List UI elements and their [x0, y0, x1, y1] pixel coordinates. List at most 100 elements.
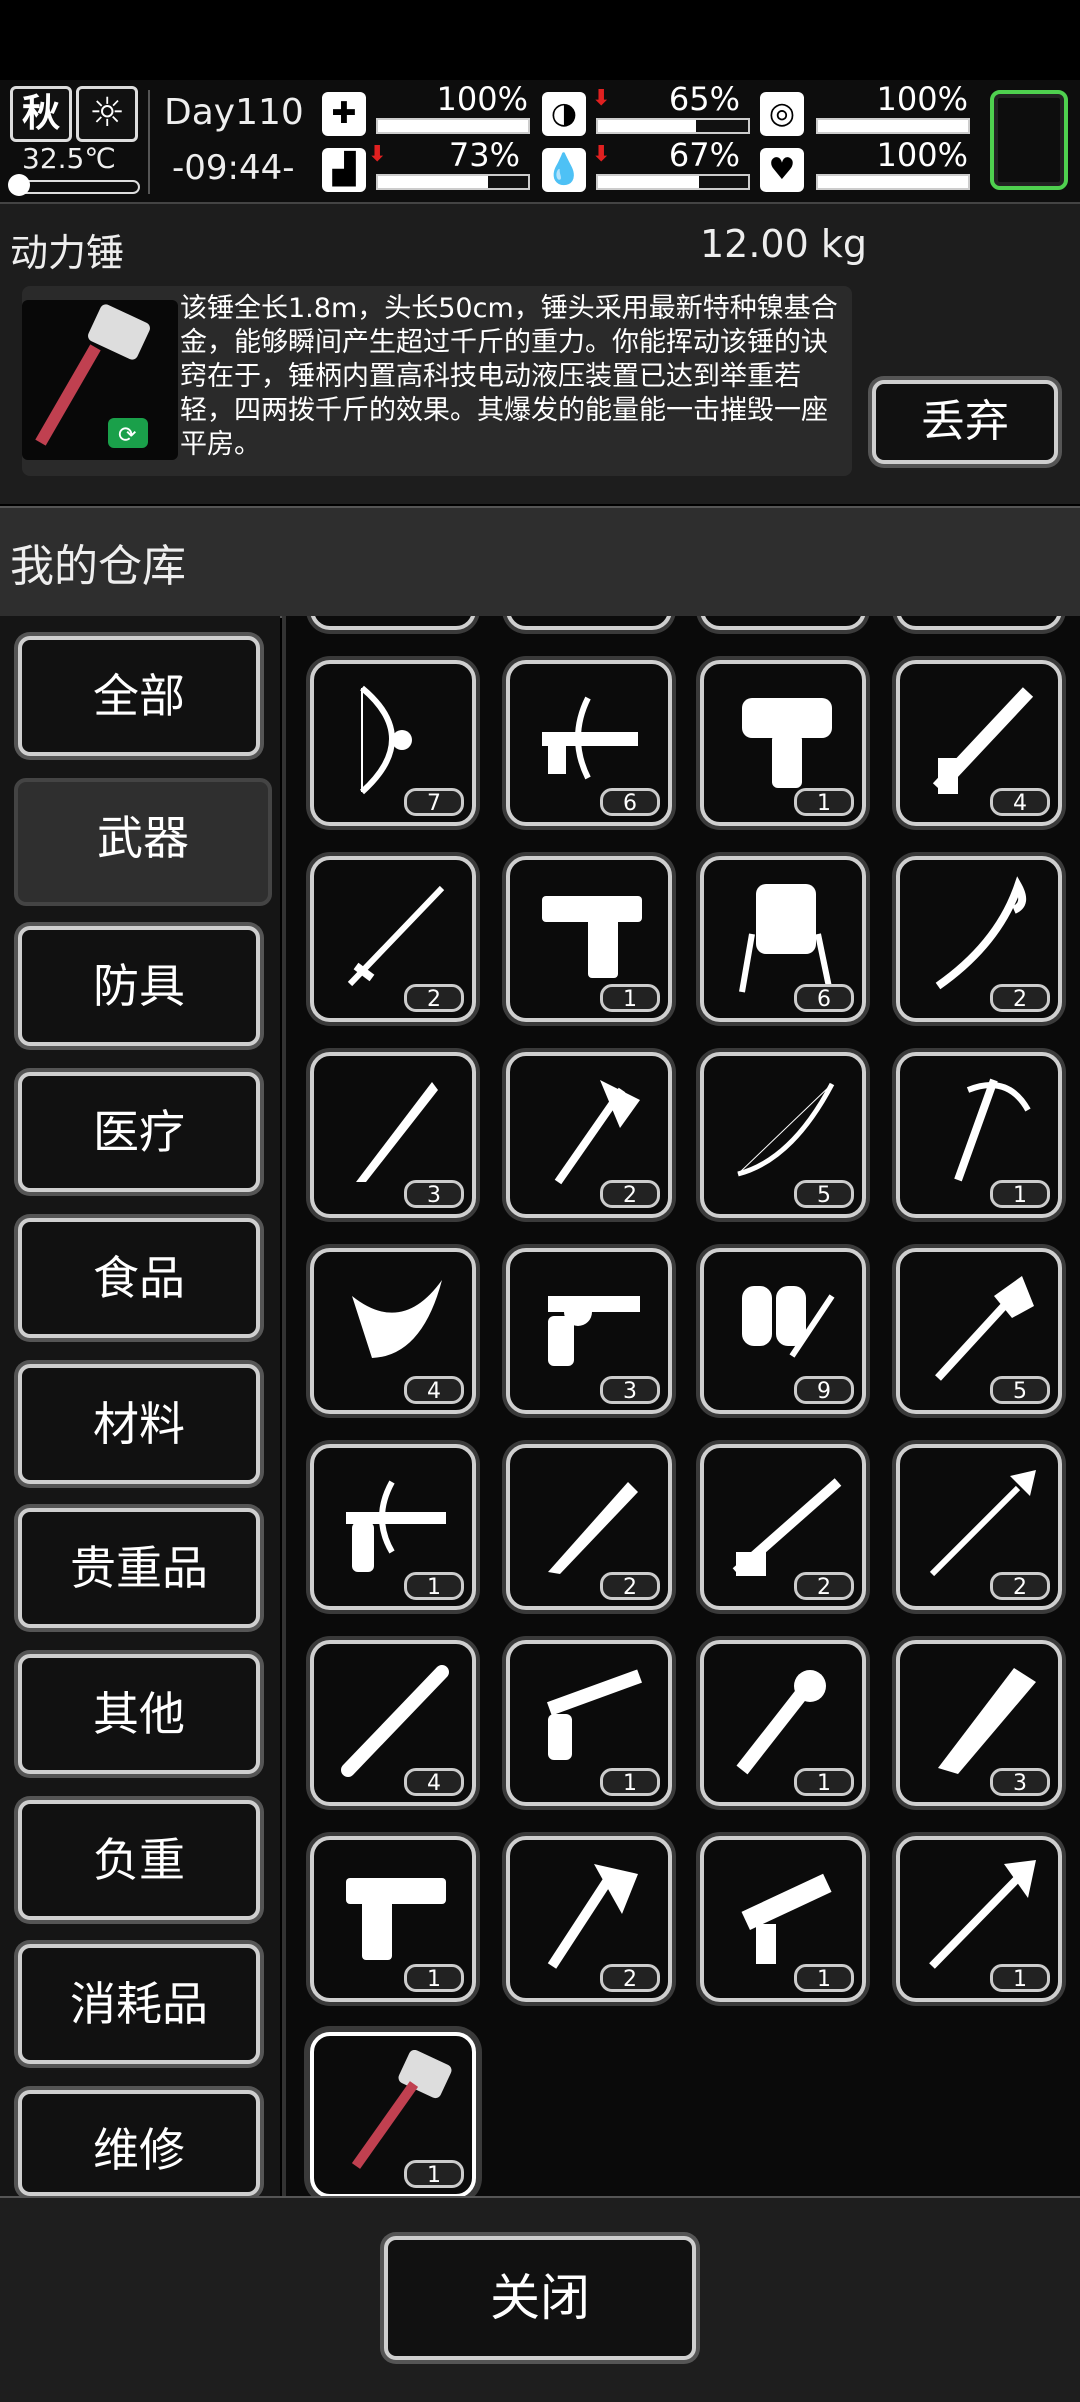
- submachine-gun-icon: [741, 1873, 832, 1964]
- machete-icon: [548, 1482, 638, 1574]
- close-button[interactable]: 关闭: [384, 2236, 696, 2360]
- category-repair[interactable]: 维修: [18, 2090, 260, 2196]
- item-slot[interactable]: 7: [310, 660, 476, 826]
- item-slot[interactable]: 3: [310, 1052, 476, 1218]
- item-slot[interactable]: 6: [506, 660, 672, 826]
- item-count-badge: 1: [990, 1964, 1050, 1992]
- item-count-badge: 2: [990, 984, 1050, 1012]
- item-count-badge: 1: [600, 984, 660, 1012]
- item-slot[interactable]: 1: [506, 856, 672, 1022]
- item-slot[interactable]: 4: [896, 660, 1062, 826]
- item-slot-partial[interactable]: [700, 616, 866, 630]
- long-revolver-icon: [546, 1669, 642, 1760]
- stamina-bar: [376, 174, 530, 190]
- item-slot[interactable]: 1: [896, 1052, 1062, 1218]
- item-slot[interactable]: 2: [506, 1444, 672, 1610]
- item-count-badge: 2: [990, 1572, 1050, 1600]
- temperature-label: 32.5℃: [22, 142, 116, 175]
- item-count-badge: 6: [794, 984, 854, 1012]
- spiked-club-icon: [736, 1670, 826, 1775]
- kukri-icon: [352, 1280, 442, 1358]
- handgun-icon: [346, 1878, 446, 1960]
- item-slot[interactable]: 9: [700, 1248, 866, 1414]
- item-count-badge: 2: [600, 1572, 660, 1600]
- equipped-slot[interactable]: [990, 90, 1068, 190]
- category-medical[interactable]: 医疗: [18, 1072, 260, 1192]
- item-count-badge: 4: [404, 1768, 464, 1796]
- category-carry[interactable]: 负重: [18, 1800, 260, 1920]
- crossbow-icon: [542, 696, 638, 780]
- desert-eagle-icon: [542, 896, 642, 978]
- item-slot[interactable]: 1: [896, 1836, 1062, 2002]
- item-count-badge: 4: [990, 788, 1050, 816]
- item-slot[interactable]: 1: [700, 1836, 866, 2002]
- item-slot[interactable]: 2: [700, 1444, 866, 1610]
- item-slot[interactable]: 2: [310, 856, 476, 1022]
- item-slot[interactable]: 2: [896, 856, 1062, 1022]
- flamethrower-icon: [742, 1286, 835, 1358]
- item-name: 动力锤: [10, 231, 125, 275]
- hunger-bar: [596, 118, 750, 134]
- combat-knife-icon: [356, 1082, 438, 1182]
- item-slot[interactable]: 1: [700, 660, 866, 826]
- item-description: 该锤全长1.8m，头长50cm，锤头采用最新特种镍基合金，能够瞬间产生超过千斤的…: [180, 293, 838, 460]
- category-consumables[interactable]: 消耗品: [18, 1944, 260, 2064]
- item-slot[interactable]: 5: [700, 1052, 866, 1218]
- power-hammer-icon: ⟳: [22, 300, 178, 460]
- svg-text:⟳: ⟳: [118, 423, 136, 448]
- discard-button[interactable]: 丢弃: [872, 380, 1058, 464]
- caulking-gun-icon: [932, 687, 1034, 794]
- item-slot[interactable]: 2: [506, 1052, 672, 1218]
- item-grid[interactable]: 7 6 1 4 2 1 6 2 3 2 5 1 4 3 9 5 1 2 2 2 4 1 1 3 1 2 1 1 1: [282, 616, 1080, 2196]
- temperature-bulb: [8, 174, 30, 196]
- category-all[interactable]: 全部: [18, 636, 260, 756]
- temperature-bar: [12, 180, 140, 194]
- item-count-badge: 2: [600, 1964, 660, 1992]
- item-slot[interactable]: 4: [310, 1248, 476, 1414]
- status-divider: [148, 90, 150, 194]
- boot-icon: ▟: [322, 148, 366, 192]
- item-slot[interactable]: 1: [700, 1640, 866, 1806]
- item-slot[interactable]: 1: [310, 1836, 476, 2002]
- clock: -09:44-: [172, 148, 295, 188]
- category-valuables[interactable]: 贵重品: [18, 1508, 260, 1628]
- item-count-badge: 7: [404, 788, 464, 816]
- armor-bar: [816, 118, 970, 134]
- item-slot[interactable]: 1: [310, 1444, 476, 1610]
- armor-value: 100%: [876, 80, 968, 118]
- crowbar-icon: [935, 876, 1027, 990]
- shotgun-icon: [732, 1478, 842, 1576]
- category-armor[interactable]: 防具: [18, 926, 260, 1046]
- item-slot-partial[interactable]: [506, 616, 672, 630]
- item-count-badge: 3: [990, 1768, 1050, 1796]
- recurve-bow-icon: [737, 1082, 835, 1177]
- item-slot[interactable]: 2: [506, 1836, 672, 2002]
- item-slot[interactable]: 6: [700, 856, 866, 1022]
- item-slot[interactable]: 5: [896, 1248, 1062, 1414]
- item-slot-partial[interactable]: [310, 616, 476, 630]
- taser-gun-icon: [742, 698, 832, 788]
- compound-bow-icon: [359, 685, 412, 795]
- category-weapons[interactable]: 武器: [14, 778, 272, 906]
- folding-chair-icon: [739, 884, 833, 993]
- item-slot[interactable]: 3: [896, 1640, 1062, 1806]
- item-count-badge: 1: [794, 1768, 854, 1796]
- shovel-icon: [935, 1276, 1034, 1381]
- item-count-badge: 2: [404, 984, 464, 1012]
- item-slot[interactable]: 3: [506, 1248, 672, 1414]
- category-other[interactable]: 其他: [18, 1654, 260, 1774]
- stamina-value: 73%: [448, 136, 520, 174]
- item-slot[interactable]: 2: [896, 1444, 1062, 1610]
- mood-bar: [816, 174, 970, 190]
- category-materials[interactable]: 材料: [18, 1364, 260, 1484]
- item-slot[interactable]: 1: [310, 2032, 476, 2196]
- item-count-badge: 6: [600, 788, 660, 816]
- category-food[interactable]: 食品: [18, 1218, 260, 1338]
- item-slot-partial[interactable]: [896, 616, 1062, 630]
- warehouse-title: 我的仓库: [10, 541, 186, 592]
- item-slot[interactable]: 1: [506, 1640, 672, 1806]
- pistol-crossbow-icon: [346, 1480, 446, 1572]
- item-slot[interactable]: 4: [310, 1640, 476, 1806]
- item-count-badge: 5: [990, 1376, 1050, 1404]
- cleaver-blade-icon: [938, 1668, 1036, 1774]
